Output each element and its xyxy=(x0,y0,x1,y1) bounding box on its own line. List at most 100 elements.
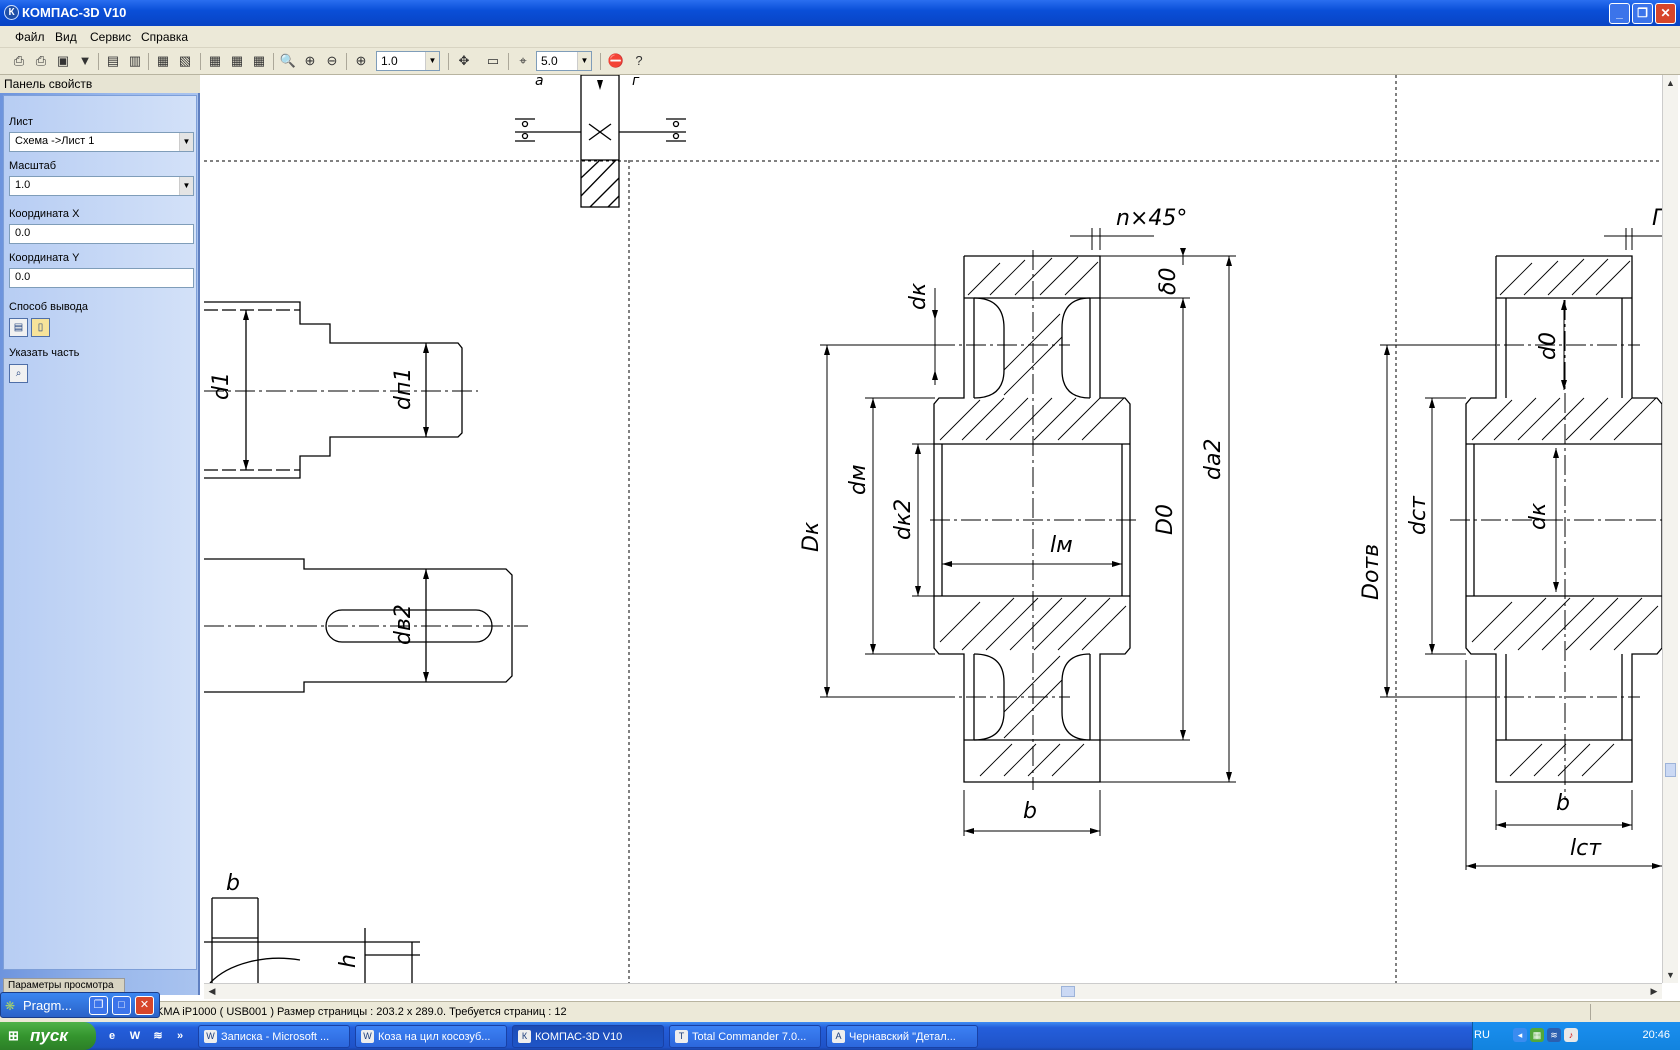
stop-print-icon[interactable]: ⛔ xyxy=(607,52,625,70)
minimized-window[interactable]: ❋ Pragm... ❐ □ ✕ xyxy=(0,992,160,1018)
chevron-down-icon[interactable]: ▼ xyxy=(425,52,439,70)
vertical-scrollbar[interactable]: ▲ ▼ xyxy=(1662,75,1678,983)
chevron-down-icon[interactable]: ▼ xyxy=(179,133,193,151)
step-icon[interactable]: ⌖ xyxy=(514,52,532,70)
taskbar: ⊞ пуск e W ≋ » W Записка - Microsoft ...… xyxy=(0,1022,1680,1050)
menu-help[interactable]: Справка xyxy=(141,30,188,44)
gear-chamfer-label: n×45° xyxy=(1116,206,1187,231)
coord-y-field[interactable]: 0.0 xyxy=(9,268,194,288)
drawing-canvas[interactable]: a г d1 dп1 dв2 b h n×45° dк δ0 dм dк2 Dк… xyxy=(204,75,1662,983)
key-h-label: h xyxy=(336,954,361,968)
wheel-dk-label: dк xyxy=(1526,502,1551,530)
scroll-right-icon[interactable]: ▶ xyxy=(1646,984,1662,999)
label-g: г xyxy=(632,75,640,89)
scale-select[interactable]: 1.0 ▼ xyxy=(9,176,194,196)
scroll-up-icon[interactable]: ▲ xyxy=(1663,75,1678,91)
word-icon[interactable]: W xyxy=(127,1028,143,1044)
filter-icon[interactable]: ▼ xyxy=(76,52,94,70)
label-a: a xyxy=(535,75,544,89)
scale-value: 1.0 xyxy=(15,179,31,191)
tray-arrow-icon[interactable]: ◂ xyxy=(1513,1028,1527,1042)
tray-app-icon[interactable]: ≋ xyxy=(1547,1028,1561,1042)
menu-service[interactable]: Сервис xyxy=(90,30,131,44)
context-help-icon[interactable]: ? xyxy=(630,52,648,70)
task-button[interactable]: W Записка - Microsoft ... xyxy=(198,1025,350,1048)
vertical-scroll-thumb[interactable] xyxy=(1665,763,1676,777)
print-setup-icon[interactable]: ⎙ xyxy=(32,52,50,70)
step-combo[interactable]: 5.0 ▼ xyxy=(536,51,592,71)
zoom-out-icon[interactable]: ⊖ xyxy=(323,52,341,70)
status-bar: KMA iP1000 ( USB001 ) Размер страницы : … xyxy=(0,1001,1680,1022)
gear-dm-label: dм xyxy=(846,464,871,495)
gear-dk-label: dк xyxy=(906,282,931,310)
scroll-down-icon[interactable]: ▼ xyxy=(1663,967,1678,983)
gear-da2-label: da2 xyxy=(1201,439,1226,480)
volume-icon[interactable]: ♪ xyxy=(1564,1028,1578,1042)
chevron-down-icon[interactable]: ▼ xyxy=(179,177,193,195)
menu-bar: Файл Вид Сервис Справка xyxy=(0,26,1680,48)
network-icon[interactable]: ▦ xyxy=(1530,1028,1544,1042)
language-indicator[interactable]: RU xyxy=(1474,1029,1490,1041)
mirror-icon[interactable]: ▧ xyxy=(176,52,194,70)
close-button[interactable]: ✕ xyxy=(1655,3,1676,24)
panel-body: Лист Схема ->Лист 1 ▼ Масштаб 1.0 ▼ Коор… xyxy=(3,95,197,970)
task-button[interactable]: W Коза на цил косозуб... xyxy=(355,1025,507,1048)
status-text: KMA iP1000 ( USB001 ) Размер страницы : … xyxy=(156,1006,567,1018)
menu-file[interactable]: Файл xyxy=(15,30,45,44)
output-mode-label: Способ вывода xyxy=(9,301,88,313)
window-icon: ❋ xyxy=(5,999,16,1013)
select-part-icon[interactable]: ⌕ xyxy=(9,364,28,383)
horizontal-scrollbar[interactable]: ◀ ▶ xyxy=(204,983,1662,999)
grid-1-icon[interactable]: ▦ xyxy=(206,52,224,70)
show-all-icon[interactable]: ▭ xyxy=(484,52,502,70)
task-button[interactable]: A Чернавский "Детал... xyxy=(826,1025,978,1048)
properties-panel: Панель свойств Лист Схема ->Лист 1 ▼ Мас… xyxy=(0,75,200,995)
wheel-b-label: b xyxy=(1556,791,1570,816)
output-mode-2-icon[interactable]: ▯ xyxy=(31,318,50,337)
wheel-dst-label: dст xyxy=(1406,495,1431,535)
chevron-down-icon[interactable]: ▼ xyxy=(577,52,591,70)
toolbar: ⎙ ⎙ ▣ ▼ ▤ ▥ ▦ ▧ ▦ ▦ ▦ 🔍 ⊕ ⊖ ⊕ 1.0 ▼ ✥ ▭ … xyxy=(0,48,1680,75)
layout-icon[interactable]: ▤ xyxy=(104,52,122,70)
zoom-combo[interactable]: 1.0 ▼ xyxy=(376,51,440,71)
restore-button[interactable]: ❐ xyxy=(1632,3,1653,24)
pan-icon[interactable]: ✥ xyxy=(455,52,473,70)
gear-lm-label: lм xyxy=(1050,533,1073,558)
view-params-tab[interactable]: Параметры просмотра xyxy=(3,978,125,993)
kompas-app-icon[interactable]: К xyxy=(4,5,19,20)
print-icon[interactable]: ⎙ xyxy=(10,52,28,70)
coord-x-field[interactable]: 0.0 xyxy=(9,224,194,244)
start-button[interactable]: ⊞ пуск xyxy=(0,1022,96,1050)
app-icon[interactable]: ≋ xyxy=(150,1028,166,1044)
horizontal-scroll-thumb[interactable] xyxy=(1061,986,1075,997)
ie-icon[interactable]: e xyxy=(104,1028,120,1044)
maximize-button[interactable]: □ xyxy=(112,996,131,1015)
acrobat-icon: A xyxy=(832,1030,845,1043)
select-part-label: Указать часть xyxy=(9,347,80,359)
start-label: пуск xyxy=(30,1026,68,1045)
minimized-window-title: Pragm... xyxy=(23,998,73,1013)
close-button[interactable]: ✕ xyxy=(135,996,154,1015)
rotate-icon[interactable]: ▦ xyxy=(154,52,172,70)
kompas-icon: К xyxy=(518,1030,531,1043)
output-mode-1-icon[interactable]: ▤ xyxy=(9,318,28,337)
task-button[interactable]: T Total Commander 7.0... xyxy=(669,1025,821,1048)
scroll-left-icon[interactable]: ◀ xyxy=(204,984,220,999)
page-setup-icon[interactable]: ▣ xyxy=(54,52,72,70)
quicklaunch-more-icon[interactable]: » xyxy=(172,1028,188,1044)
sheet-select[interactable]: Схема ->Лист 1 ▼ xyxy=(9,132,194,152)
window-title: КОМПАС-3D V10 xyxy=(22,5,127,20)
total-commander-icon: T xyxy=(675,1030,688,1043)
minimize-button[interactable]: _ xyxy=(1609,3,1630,24)
panel-title: Панель свойств xyxy=(0,75,200,93)
grid-3-icon[interactable]: ▦ xyxy=(250,52,268,70)
restore-button[interactable]: ❐ xyxy=(89,996,108,1015)
zoom-window-icon[interactable]: 🔍 xyxy=(279,52,297,70)
task-button[interactable]: К КОМПАС-3D V10 xyxy=(512,1025,664,1048)
gear-dk2-label: dк2 xyxy=(891,499,916,540)
arrange-icon[interactable]: ▥ xyxy=(126,52,144,70)
grid-2-icon[interactable]: ▦ xyxy=(228,52,246,70)
menu-view[interactable]: Вид xyxy=(55,30,77,44)
zoom-in-icon[interactable]: ⊕ xyxy=(301,52,319,70)
zoom-scale-icon[interactable]: ⊕ xyxy=(352,52,370,70)
